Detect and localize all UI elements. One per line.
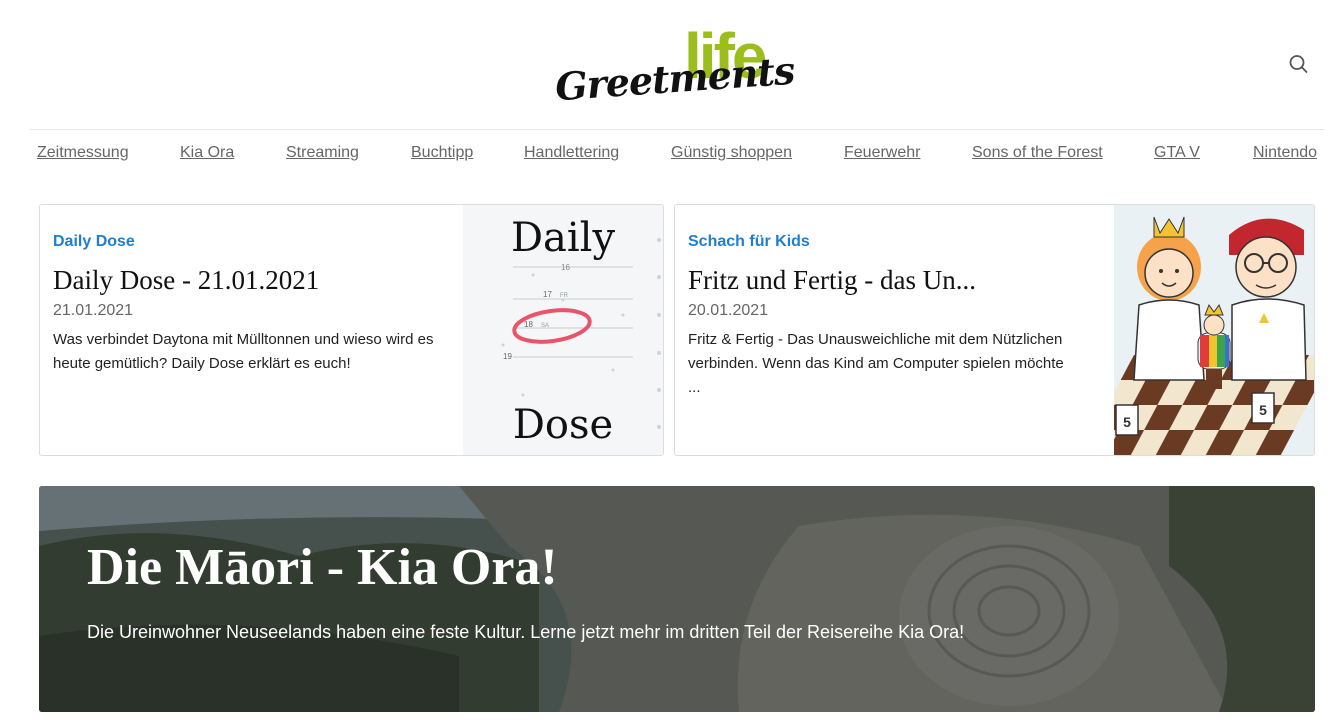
hero-background-image xyxy=(39,486,1315,712)
calendar-weekday-sa: SA xyxy=(541,323,549,329)
card-category[interactable]: Daily Dose xyxy=(53,233,438,251)
search-icon xyxy=(1289,55,1308,73)
calendar-day-19: 19 xyxy=(503,352,512,361)
nav-item-guenstig-shoppen[interactable]: Günstig shoppen xyxy=(671,144,792,162)
card-title[interactable]: Fritz und Fertig - das Un... xyxy=(688,265,1073,296)
card-date: 21.01.2021 xyxy=(53,302,134,319)
calendar-day-17: 17 xyxy=(543,290,552,299)
nav-item-nintendo[interactable]: Nintendo xyxy=(1253,144,1317,162)
site-logo[interactable]: life Greetments xyxy=(553,24,796,109)
image-word-dose: Dose xyxy=(513,402,613,448)
card-category[interactable]: Schach für Kids xyxy=(688,233,1073,251)
nav-item-streaming[interactable]: Streaming xyxy=(286,144,359,162)
image-word-daily: Daily xyxy=(511,215,616,261)
card-title[interactable]: Daily Dose - 21.01.2021 xyxy=(53,265,438,296)
card-date: 20.01.2021 xyxy=(688,302,769,319)
site-header: life Greetments xyxy=(0,0,1344,130)
card-image-fritz-fertig[interactable]: 5 5 xyxy=(1080,205,1314,455)
article-card-fritz-fertig[interactable]: Schach für Kids Fritz und Fertig - das U… xyxy=(674,204,1315,456)
chess-kids-illustration: 5 5 xyxy=(1080,205,1314,455)
piece-number-right: 5 xyxy=(1259,402,1267,418)
featured-hero-maori[interactable]: Die Māori - Kia Ora! Die Ureinwohner Neu… xyxy=(39,486,1315,712)
card-excerpt: Fritz & Fertig - Das Unausweichliche mit… xyxy=(688,331,1064,396)
nav-item-sons-of-the-forest[interactable]: Sons of the Forest xyxy=(972,144,1103,162)
nav-item-kia-ora[interactable]: Kia Ora xyxy=(180,144,234,162)
card-excerpt: Was verbindet Daytona mit Mülltonnen und… xyxy=(53,331,434,372)
nav-item-zeitmessung[interactable]: Zeitmessung xyxy=(37,144,129,162)
nav-item-gta-v[interactable]: GTA V xyxy=(1154,144,1200,162)
nav-item-buchtipp[interactable]: Buchtipp xyxy=(411,144,473,162)
calendar-illustration: Daily 16 17 FR 18 SA 19 Dose xyxy=(463,205,663,455)
hero-title[interactable]: Die Māori - Kia Ora! xyxy=(87,538,558,597)
calendar-day-16: 16 xyxy=(561,263,570,272)
card-body: Schach für Kids Fritz und Fertig - das U… xyxy=(688,233,1073,400)
nav-item-handlettering[interactable]: Handlettering xyxy=(524,144,619,162)
nav-item-feuerwehr[interactable]: Feuerwehr xyxy=(844,144,920,162)
calendar-weekday-fr: FR xyxy=(560,293,569,299)
hero-subtitle: Die Ureinwohner Neuseelands haben eine f… xyxy=(87,622,965,642)
header-divider xyxy=(30,129,1324,130)
article-card-daily-dose[interactable]: Daily Dose Daily Dose - 21.01.2021 21.01… xyxy=(39,204,664,456)
search-button[interactable] xyxy=(1286,52,1310,76)
logo-main-text: Greetments xyxy=(553,47,796,110)
piece-number-left: 5 xyxy=(1123,414,1131,430)
card-image-daily-dose[interactable]: Daily 16 17 FR 18 SA 19 Dose xyxy=(463,205,663,455)
category-nav: Zeitmessung Kia Ora Streaming Buchtipp H… xyxy=(37,144,1327,166)
card-body: Daily Dose Daily Dose - 21.01.2021 21.01… xyxy=(53,233,438,376)
calendar-day-18: 18 xyxy=(524,320,533,329)
